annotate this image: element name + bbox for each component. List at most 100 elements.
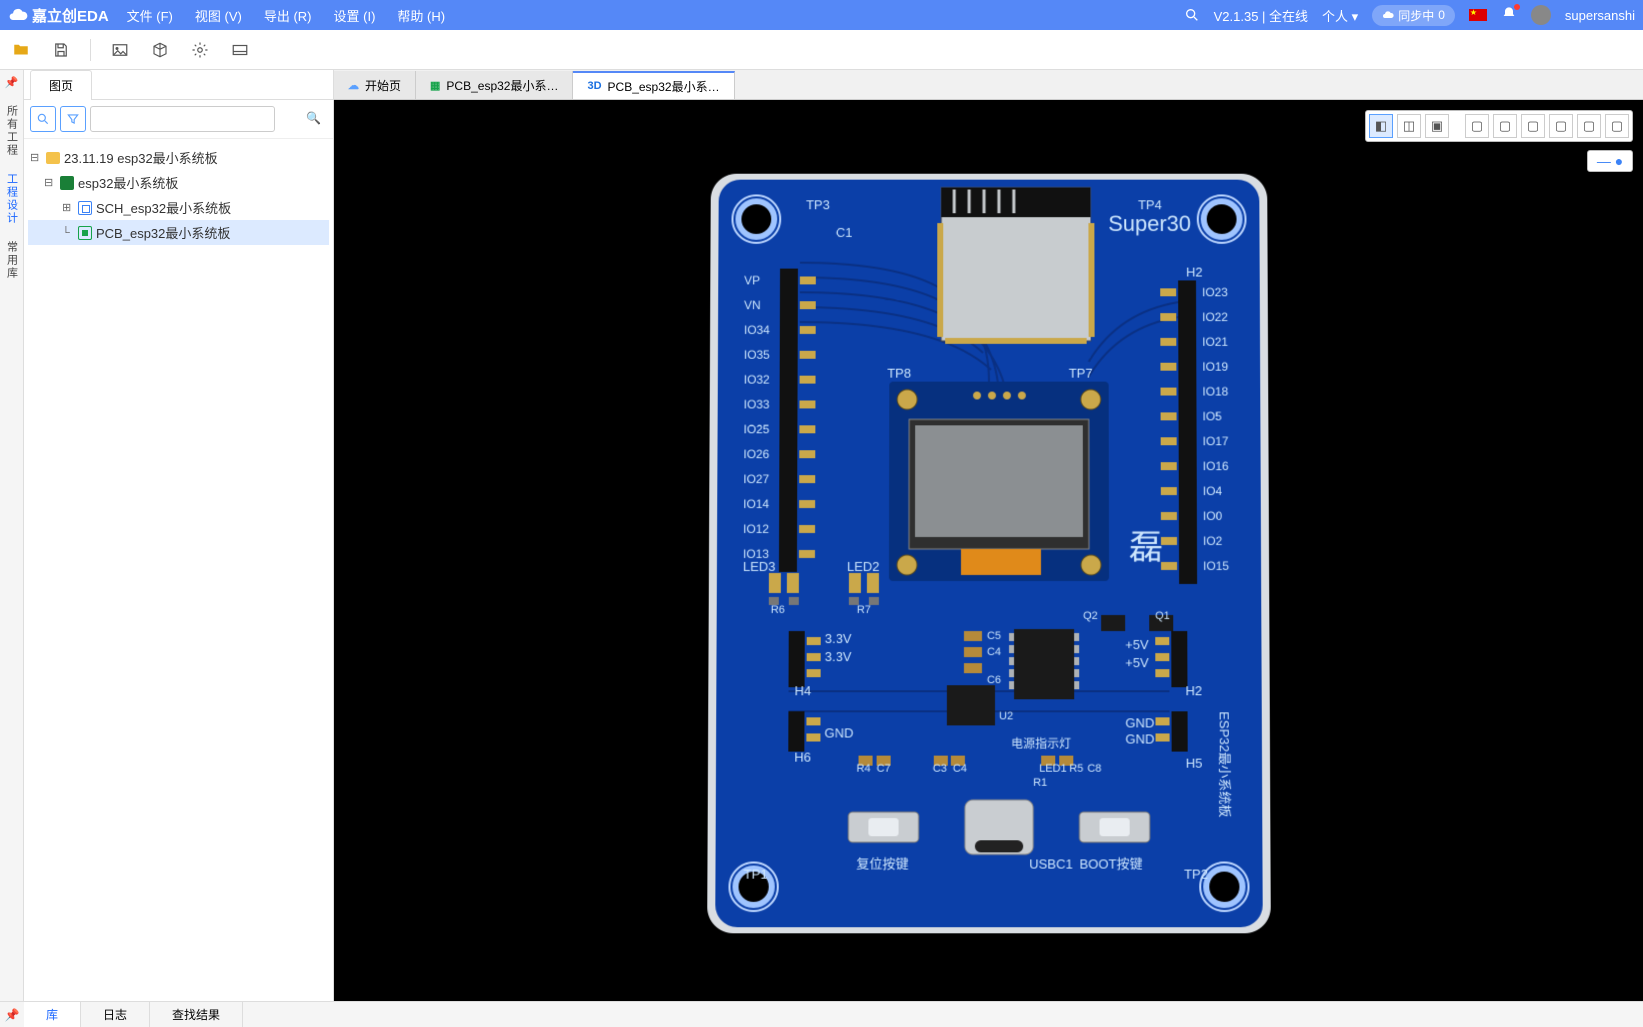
panel-tool-button[interactable] [229, 39, 251, 61]
svg-text:VP: VP [744, 273, 760, 287]
notifications-icon[interactable] [1501, 6, 1517, 25]
pcb-icon [78, 226, 92, 240]
svg-text:R6: R6 [770, 603, 784, 615]
tree-pcb[interactable]: └ PCB_esp32最小系统板 [28, 220, 329, 245]
view-iso-shaded-button[interactable]: ◧ [1369, 114, 1393, 138]
svg-text:IO23: IO23 [1202, 285, 1228, 299]
tree-toggle-icon[interactable]: ⊞ [62, 201, 74, 214]
tree-root[interactable]: ⊟ 23.11.19 esp32最小系统板 [28, 145, 329, 170]
svg-text:R4: R4 [856, 762, 870, 774]
save-button[interactable] [50, 39, 72, 61]
bottom-bar: 📌 库 日志 查找结果 [0, 1001, 1643, 1027]
menu-settings[interactable]: 设置 (I) [334, 6, 376, 25]
svg-text:C5: C5 [986, 630, 1000, 642]
document-tabs: ☁开始页 ▦PCB_esp32最小系… 3DPCB_esp32最小系… [334, 70, 1643, 100]
rail-all-projects[interactable]: 所有工程 [2, 97, 22, 165]
svg-text:C8: C8 [1087, 762, 1101, 774]
svg-text:TP4: TP4 [1138, 197, 1162, 212]
account-type[interactable]: 个人 ▾ [1322, 6, 1358, 25]
sidebar-tab-pages[interactable]: 图页 [30, 70, 92, 100]
bottom-tab-results[interactable]: 查找结果 [150, 1002, 243, 1027]
zoom-slider[interactable]: — ● [1587, 150, 1633, 172]
view-front-button[interactable]: ▢ [1465, 114, 1489, 138]
svg-text:3.3V: 3.3V [824, 631, 851, 646]
tab-pcb[interactable]: ▦PCB_esp32最小系… [416, 71, 573, 99]
open-folder-button[interactable] [10, 39, 32, 61]
svg-text:电源指示灯: 电源指示灯 [1011, 735, 1071, 750]
svg-text:C3: C3 [932, 762, 946, 774]
tree-toggle-icon[interactable]: ⊟ [30, 151, 42, 164]
cloud-tab-icon: ☁ [348, 79, 359, 92]
sidebar-search-button[interactable] [30, 106, 56, 132]
sidebar-tabs: 图页 [24, 70, 333, 100]
search-icon[interactable] [1184, 7, 1200, 23]
svg-text:IO17: IO17 [1202, 434, 1228, 448]
version-status: V2.1.35 | 全在线 [1214, 6, 1308, 25]
sidebar-filter-button[interactable] [60, 106, 86, 132]
user-avatar[interactable] [1531, 5, 1551, 25]
svg-text:R7: R7 [856, 603, 870, 615]
tree-sch[interactable]: ⊞ SCH_esp32最小系统板 [28, 195, 329, 220]
tab-3d[interactable]: 3DPCB_esp32最小系… [573, 71, 734, 99]
cloud-logo-icon [8, 5, 28, 25]
svg-text:IO33: IO33 [743, 397, 769, 411]
svg-text:C6: C6 [986, 674, 1000, 686]
tab-start[interactable]: ☁开始页 [334, 71, 416, 99]
menu-view[interactable]: 视图 (V) [195, 6, 242, 25]
left-rail: 📌 所有工程 工程设计 常用库 [0, 70, 24, 1001]
bottom-tab-log[interactable]: 日志 [81, 1002, 150, 1027]
svg-text:GND: GND [824, 725, 853, 740]
menu-export[interactable]: 导出 (R) [264, 6, 312, 25]
tree-toggle-icon[interactable]: ⊟ [44, 176, 56, 189]
bottom-tab-library[interactable]: 库 [24, 1002, 81, 1027]
svg-text:IO34: IO34 [743, 323, 769, 337]
view-right-button[interactable]: ▢ [1549, 114, 1573, 138]
editor: ☁开始页 ▦PCB_esp32最小系… 3DPCB_esp32最小系… [334, 70, 1643, 1001]
view-iso-solid-button[interactable]: ▣ [1425, 114, 1449, 138]
svg-text:C7: C7 [876, 762, 890, 774]
sidebar-search-input[interactable] [90, 106, 275, 132]
svg-text:USBC1: USBC1 [1029, 856, 1073, 871]
tree-root-label: 23.11.19 esp32最小系统板 [64, 148, 218, 167]
svg-text:VN: VN [744, 298, 761, 312]
svg-text:复位按键: 复位按键 [856, 856, 908, 871]
view-top-button[interactable]: ▢ [1577, 114, 1601, 138]
menu-help[interactable]: 帮助 (H) [397, 6, 445, 25]
view-bottom-button[interactable]: ▢ [1605, 114, 1629, 138]
sidebar-search-row: 🔍 [24, 100, 333, 139]
3d-canvas[interactable]: TP3 TP4 Super30 C1 TP1 TP2 TP8 TP7 H2 VP… [334, 100, 1643, 1001]
svg-text:LED3: LED3 [742, 558, 775, 573]
menu-file[interactable]: 文件 (F) [127, 6, 173, 25]
view-left-button[interactable]: ▢ [1521, 114, 1545, 138]
rail-common-lib[interactable]: 常用库 [2, 233, 22, 288]
settings-gear-button[interactable] [189, 39, 211, 61]
svg-text:IO22: IO22 [1202, 310, 1228, 324]
3d-cube-button[interactable] [149, 39, 171, 61]
username[interactable]: supersanshi [1565, 8, 1635, 23]
svg-text:R1: R1 [1033, 776, 1047, 788]
svg-text:IO15: IO15 [1203, 558, 1229, 572]
svg-text:IO18: IO18 [1202, 384, 1228, 398]
view-back-button[interactable]: ▢ [1493, 114, 1517, 138]
tree-project[interactable]: ⊟ esp32最小系统板 [28, 170, 329, 195]
pin-sidebar-icon[interactable]: 📌 [5, 76, 19, 89]
svg-text:C4: C4 [952, 762, 966, 774]
svg-text:TP3: TP3 [806, 197, 830, 212]
rail-project-design[interactable]: 工程设计 [2, 165, 22, 233]
svg-text:IO0: IO0 [1202, 509, 1222, 523]
locale-flag-icon[interactable] [1469, 9, 1487, 21]
tree-project-label: esp32最小系统板 [78, 173, 178, 192]
svg-text:H6: H6 [794, 749, 811, 764]
svg-text:IO27: IO27 [743, 472, 769, 486]
svg-text:IO21: IO21 [1202, 334, 1228, 348]
svg-text:IO25: IO25 [743, 422, 769, 436]
pin-bottom-icon[interactable]: 📌 [0, 1008, 24, 1022]
svg-text:IO12: IO12 [743, 521, 769, 535]
tree-leaf-icon: └ [62, 227, 74, 239]
view-iso-wire-button[interactable]: ◫ [1397, 114, 1421, 138]
svg-text:Q1: Q1 [1155, 609, 1170, 621]
sync-status-pill[interactable]: 同步中 0 [1372, 5, 1455, 26]
image-tool-button[interactable] [109, 39, 131, 61]
folder-icon [46, 152, 60, 164]
svg-text:3.3V: 3.3V [824, 649, 851, 664]
